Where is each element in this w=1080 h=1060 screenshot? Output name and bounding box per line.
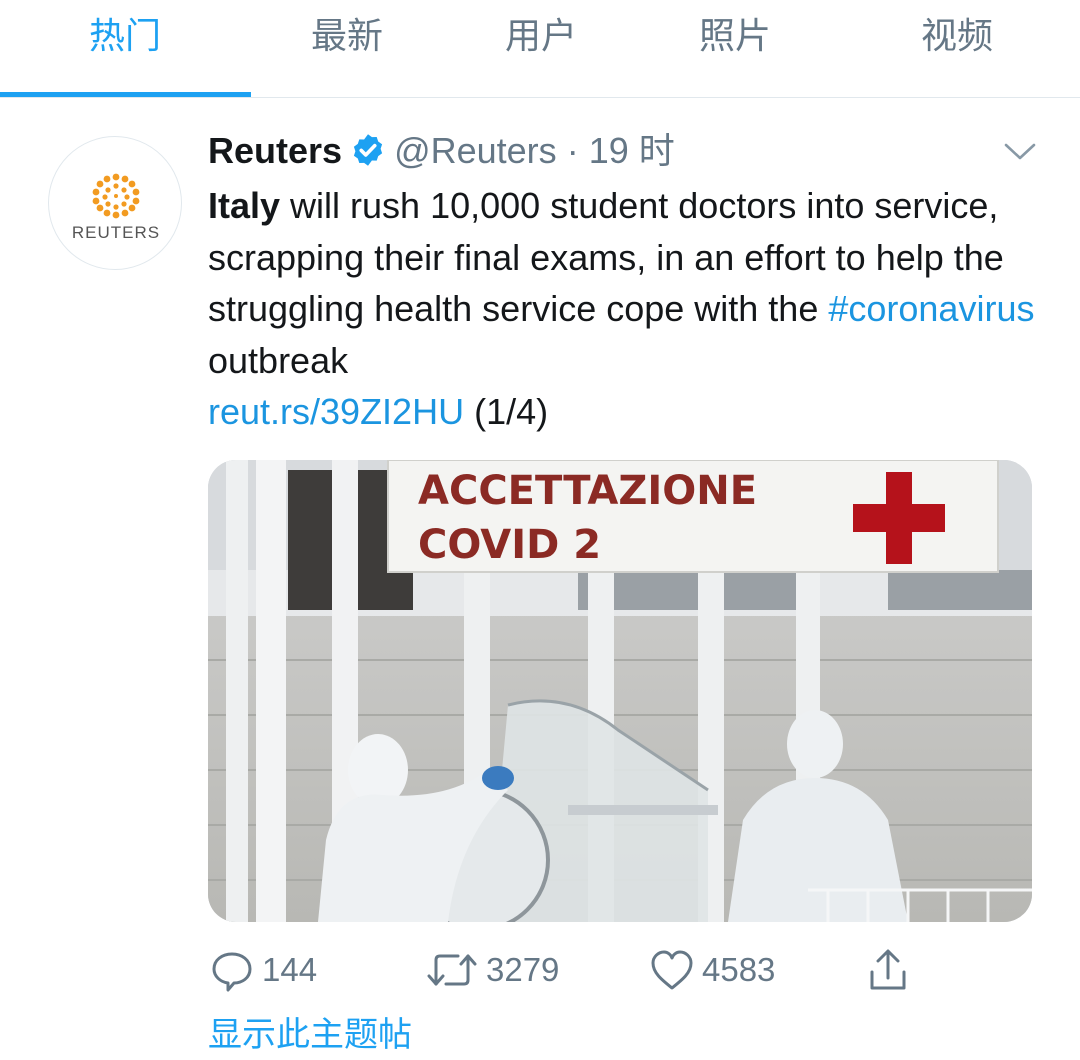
tweet-image[interactable]: ACCETTAZIONE COVID 2 <box>208 460 1032 922</box>
tweet-actions: 144 3279 4583 <box>208 944 928 996</box>
tweet-text-bold: Italy <box>208 185 281 226</box>
like-count: 4583 <box>702 951 776 988</box>
avatar[interactable]: REUTERS <box>48 136 182 270</box>
author-handle[interactable]: @Reuters <box>394 130 557 171</box>
tab-users[interactable]: 用户 <box>496 12 586 62</box>
thread-counter: (1/4) <box>464 391 549 432</box>
reuters-logo-icon <box>92 173 140 219</box>
like-icon <box>651 950 693 990</box>
sign-line-1: ACCETTAZIONE <box>418 468 757 514</box>
hashtag-link[interactable]: #coronavirus <box>828 288 1034 329</box>
retweet-count: 3279 <box>486 951 560 988</box>
tab-bar: 热门 最新 用户 照片 视频 <box>0 0 1080 98</box>
share-icon <box>870 949 906 990</box>
show-thread-link[interactable]: 显示此主题帖 <box>208 1010 412 1060</box>
tweet-header: Reuters @Reuters · 19 时 <box>208 126 675 176</box>
separator-dot: · <box>566 130 579 171</box>
reply-button[interactable]: 144 <box>208 944 317 996</box>
tab-latest[interactable]: 最新 <box>302 12 392 62</box>
tweet-timestamp[interactable]: 19 时 <box>589 130 675 171</box>
like-button[interactable]: 4583 <box>648 944 775 996</box>
active-tab-indicator <box>0 92 251 97</box>
author-name[interactable]: Reuters <box>208 130 342 171</box>
share-button[interactable] <box>864 944 912 996</box>
reply-icon <box>212 952 252 992</box>
tab-videos[interactable]: 视频 <box>912 12 1002 62</box>
retweet-button[interactable]: 3279 <box>424 944 559 996</box>
tweet-text-end: outbreak <box>208 339 349 381</box>
retweet-icon <box>427 954 477 986</box>
chevron-down-icon[interactable] <box>1002 140 1038 164</box>
tab-photos[interactable]: 照片 <box>690 12 780 62</box>
tab-popular[interactable]: 热门 <box>80 12 170 62</box>
sign-line-2: COVID 2 <box>418 522 601 568</box>
reply-count: 144 <box>262 951 318 988</box>
url-link[interactable]: reut.rs/39ZI2HU <box>208 391 464 432</box>
tweet-photo: ACCETTAZIONE COVID 2 <box>208 460 1032 922</box>
verified-badge-icon <box>353 134 383 166</box>
avatar-wordmark: REUTERS <box>71 223 161 242</box>
tweet-text: Italy will rush 10,000 student doctors i… <box>208 180 1048 438</box>
